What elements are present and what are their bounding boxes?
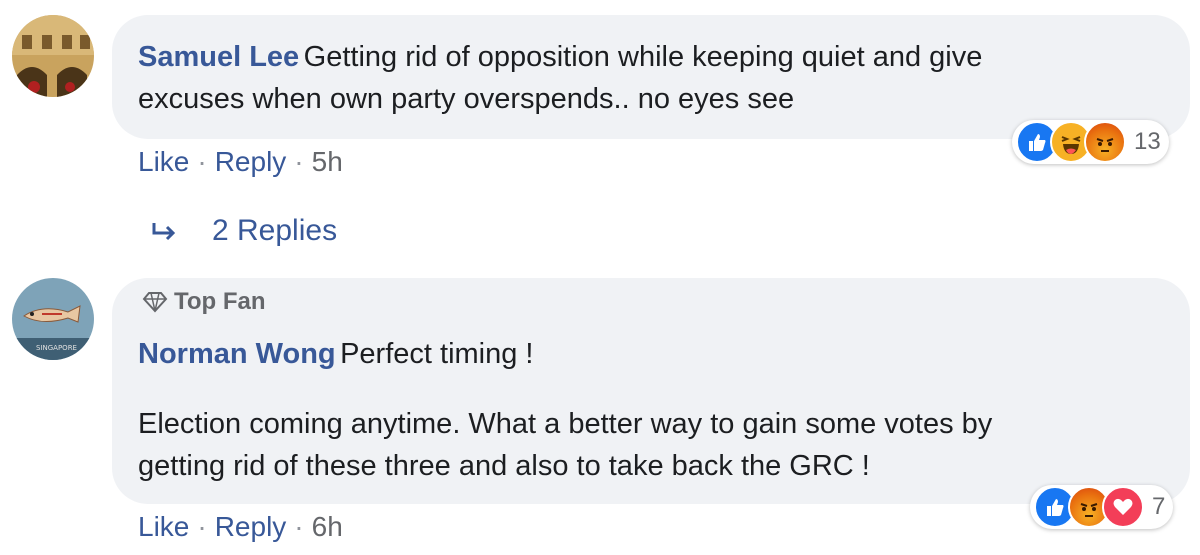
comment-bubble-norman-wong: Top Fan Norman Wong Perfect timing ! Ele…	[112, 278, 1190, 504]
stamp-text: SINGAPORE	[36, 344, 77, 352]
avatar-norman-wong[interactable]: SINGAPORE	[12, 278, 94, 360]
reactions-summary[interactable]: 13	[1012, 120, 1169, 164]
top-fan-badge: Top Fan	[142, 288, 266, 316]
reaction-count: 7	[1152, 493, 1166, 520]
view-replies-button[interactable]: 2 Replies	[150, 214, 337, 248]
angry-reaction-icon	[1084, 121, 1126, 163]
comment-text-line-1: Norman Wong Perfect timing !	[138, 334, 533, 379]
replies-label: 2 Replies	[212, 214, 338, 247]
comment-author[interactable]: Norman Wong	[138, 338, 336, 370]
comment-actions: Like · Reply · 5h	[138, 146, 343, 178]
separator-dot: ·	[294, 146, 304, 177]
reply-link[interactable]: Reply	[215, 146, 287, 177]
badge-label: Top Fan	[174, 288, 266, 315]
reply-link[interactable]: Reply	[215, 511, 287, 542]
comment-text-line-2: excuses when own party overspends.. no e…	[138, 83, 795, 115]
diamond-icon	[142, 292, 168, 313]
comment-text-line-1: Samuel Lee Getting rid of opposition whi…	[138, 37, 982, 82]
avatar-samuel-lee[interactable]	[12, 15, 94, 97]
comment-author[interactable]: Samuel Lee	[138, 41, 299, 73]
love-reaction-icon	[1102, 486, 1144, 528]
comment-actions: Like · Reply · 6h	[138, 511, 343, 543]
comment-text-line-2: Election coming anytime. What a better w…	[138, 408, 993, 440]
timestamp[interactable]: 5h	[312, 146, 343, 177]
reaction-count: 13	[1134, 128, 1161, 155]
reactions-summary[interactable]: 7	[1030, 485, 1174, 529]
reply-arrow-icon	[152, 223, 176, 241]
like-link[interactable]: Like	[138, 146, 189, 177]
like-link[interactable]: Like	[138, 511, 189, 542]
timestamp[interactable]: 6h	[312, 511, 343, 542]
separator-dot: ·	[197, 511, 207, 542]
comment-text: Getting rid of opposition while keeping …	[303, 41, 983, 73]
separator-dot: ·	[197, 146, 207, 177]
comment-text: Perfect timing !	[340, 338, 534, 370]
comment-text-line-3: getting rid of these three and also to t…	[138, 450, 870, 482]
separator-dot: ·	[294, 511, 304, 542]
